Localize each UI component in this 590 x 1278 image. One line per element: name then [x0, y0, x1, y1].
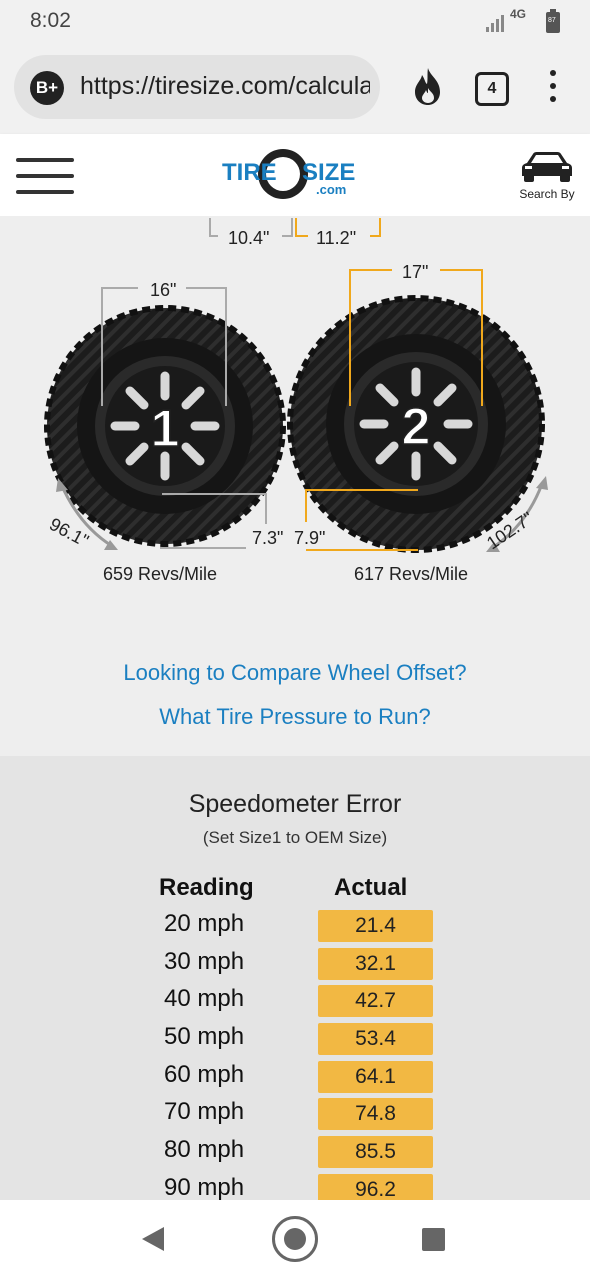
compare-wheel-offset-link[interactable]: Looking to Compare Wheel Offset? [0, 660, 590, 686]
tire-1-circumference: 96.1" [46, 514, 92, 551]
tire-1-rim-diameter: 16" [150, 280, 176, 300]
actual-value: 32.1 [318, 947, 433, 980]
speedometer-table: 20 mph 21.4 30 mph 32.1 40 mph 42.7 50 mph 5… [0, 908, 590, 1210]
reading-value: 50 mph [164, 1023, 245, 1051]
logo-text-com: .com [316, 182, 346, 197]
car-icon [522, 152, 572, 182]
tire1-section-width: 10.4" [228, 228, 269, 248]
table-row: 40 mph 42.7 [0, 983, 590, 1021]
tire-1-number: 1 [151, 400, 180, 458]
reading-column-header: Reading [159, 874, 254, 901]
browser-toolbar: B+ https://tiresize.com/calculator/ 4 [0, 40, 590, 134]
table-row: 60 mph 64.1 [0, 1059, 590, 1097]
actual-value: 42.7 [318, 985, 433, 1018]
search-by-button[interactable]: Search By [512, 150, 582, 201]
back-icon[interactable] [142, 1227, 164, 1251]
speedometer-subtitle: (Set Size1 to OEM Size) [202, 828, 388, 847]
hamburger-menu-icon[interactable] [16, 158, 74, 194]
tire-2-sidewall-height: 7.9" [294, 528, 325, 548]
reading-value: 70 mph [164, 1098, 245, 1126]
status-bar: 8:02 4G 87 [0, 0, 590, 40]
tire-pressure-link[interactable]: What Tire Pressure to Run? [0, 704, 590, 730]
table-row: 30 mph 32.1 [0, 946, 590, 984]
tire-1: 1 [44, 305, 286, 547]
reading-value: 20 mph [164, 910, 245, 937]
signal-icon [486, 15, 504, 32]
site-logo[interactable]: TIRE SIZE .com [220, 146, 370, 202]
flame-icon[interactable] [410, 66, 446, 106]
reading-value: 90 mph [164, 1173, 245, 1201]
recent-apps-icon[interactable] [422, 1228, 445, 1251]
actual-value: 53.4 [318, 1023, 433, 1056]
logo-text-tire: TIRE [222, 159, 277, 186]
table-row: 50 mph 53.4 [0, 1021, 590, 1059]
tire-1-sidewall-height: 7.3" [252, 528, 283, 548]
actual-column-header: Actual [334, 874, 408, 901]
actual-value: 85.5 [318, 1136, 433, 1169]
tire2-section-width: 11.2" [316, 228, 356, 248]
home-icon[interactable] [272, 1216, 318, 1262]
reading-value: 40 mph [164, 985, 245, 1013]
more-options-icon[interactable] [540, 70, 566, 106]
site-header: TIRE SIZE .com Search By [0, 134, 590, 216]
speedometer-error-section: Speedometer Error (Set Size1 to OEM Size… [0, 756, 590, 1206]
tire-2-number: 2 [402, 398, 431, 456]
actual-value: 21.4 [318, 910, 433, 942]
tire-comparison: 10.4" 11.2" 1 16" 7.3" 96.1" 2 17" 7.9" … [0, 216, 590, 756]
network-type: 4G [510, 7, 527, 21]
reading-value: 60 mph [164, 1060, 245, 1088]
reading-value: 80 mph [164, 1136, 245, 1164]
table-row: 70 mph 74.8 [0, 1096, 590, 1134]
reading-value: 30 mph [164, 947, 245, 975]
actual-value: 64.1 [318, 1060, 433, 1093]
search-by-label: Search By [519, 187, 575, 201]
address-bar[interactable]: B+ https://tiresize.com/calculator/ [14, 55, 380, 119]
tire-2: 2 [287, 295, 545, 553]
tire-2-rim-diameter: 17" [402, 262, 428, 282]
system-nav-bar [0, 1200, 590, 1278]
security-badge[interactable]: B+ [30, 71, 64, 105]
tire-2-revs-per-mile: 617 Revs/Mile [354, 564, 469, 584]
tire-comparison-diagram: 10.4" 11.2" 1 16" 7.3" 96.1" 2 17" 7.9" … [44, 218, 548, 553]
battery-level: 87 [548, 17, 556, 24]
speedometer-title: Speedometer Error [188, 790, 402, 818]
url-text[interactable]: https://tiresize.com/calculator/ [80, 72, 370, 101]
actual-value: 74.8 [318, 1098, 433, 1131]
table-row: 20 mph 21.4 [0, 908, 590, 946]
tabs-icon[interactable]: 4 [475, 72, 509, 106]
status-time: 8:02 [30, 9, 71, 32]
tire-1-revs-per-mile: 659 Revs/Mile [103, 564, 218, 584]
table-row: 80 mph 85.5 [0, 1134, 590, 1172]
